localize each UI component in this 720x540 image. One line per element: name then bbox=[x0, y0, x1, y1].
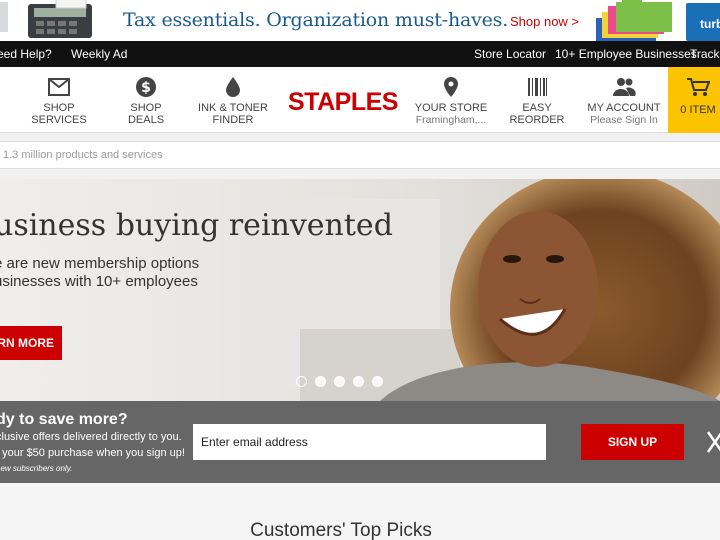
signup-line-1: clusive offers delivered directly to you… bbox=[0, 431, 182, 443]
nav-shop-services-label-1: SHOP bbox=[43, 102, 75, 114]
ink-drop-icon bbox=[226, 77, 240, 97]
weekly-ad-link[interactable]: Weekly Ad bbox=[71, 47, 127, 61]
nav-shop-deals-label: SHOP DEALS bbox=[127, 102, 165, 126]
promo-headline: Tax essentials. Organization must-haves. bbox=[123, 9, 509, 31]
nav-my-account[interactable]: MY ACCOUNT Please Sign In bbox=[586, 67, 662, 133]
hero-subtitle-2: usinesses with 10+ employees bbox=[0, 273, 198, 290]
utility-bar: eed Help? Weekly Ad Store Locator 10+ Em… bbox=[0, 41, 720, 67]
nav-sign-in-link[interactable]: Please Sign In bbox=[586, 114, 662, 126]
top-picks-title: Customers' Top Picks bbox=[250, 520, 432, 540]
users-icon bbox=[613, 78, 636, 96]
sign-up-button[interactable]: SIGN UP bbox=[581, 424, 684, 460]
promo-shop-now-link[interactable]: Shop now > bbox=[510, 14, 579, 29]
carousel-dot[interactable] bbox=[353, 376, 364, 387]
turbotax-image: turb bbox=[686, 3, 720, 41]
nav-shop-services-label-2: SERVICES bbox=[31, 114, 87, 126]
search-strip: 1.3 million products and services bbox=[0, 133, 720, 179]
track-link[interactable]: Track bbox=[690, 47, 720, 61]
svg-text:$: $ bbox=[141, 80, 151, 96]
barcode-icon bbox=[528, 78, 547, 96]
close-icon[interactable] bbox=[705, 429, 720, 455]
signup-line-2: f your $50 purchase when you sign up! bbox=[0, 447, 185, 459]
carousel-dot[interactable] bbox=[372, 376, 383, 387]
signup-line-3: new subscribers only. bbox=[0, 464, 73, 473]
nav-account-label: MY ACCOUNT bbox=[587, 102, 661, 114]
nav-shop-deals[interactable]: $ SHOP DEALS bbox=[111, 67, 181, 133]
hero-title: usiness buying reinvented bbox=[0, 208, 393, 243]
learn-more-button[interactable]: RN MORE bbox=[0, 326, 62, 360]
carousel-dot[interactable] bbox=[315, 376, 326, 387]
staples-logo[interactable]: STAPLES bbox=[288, 88, 398, 117]
nav-your-store[interactable]: YOUR STORE Framingham,... bbox=[414, 67, 488, 133]
hero-subtitle-1: e are new membership options bbox=[0, 255, 200, 272]
hero-banner[interactable]: usiness buying reinvented e are new memb… bbox=[0, 179, 720, 401]
promo-banner[interactable]: Tax essentials. Organization must-haves.… bbox=[0, 0, 720, 41]
nav-store-location: Framingham,... bbox=[415, 114, 487, 126]
carousel-dots bbox=[296, 374, 391, 392]
email-input[interactable] bbox=[193, 424, 546, 460]
search-input[interactable]: 1.3 million products and services bbox=[0, 141, 720, 169]
nav-ink-label-1: INK & TONER bbox=[198, 102, 268, 114]
carousel-dot[interactable] bbox=[296, 376, 307, 387]
nav-reorder-label-1: EASY bbox=[522, 102, 552, 114]
location-pin-icon bbox=[444, 77, 458, 97]
nav-easy-reorder[interactable]: EASY REORDER bbox=[504, 67, 570, 133]
envelope-icon bbox=[48, 78, 70, 96]
nav-store-label: YOUR STORE bbox=[414, 102, 488, 114]
folders-image bbox=[596, 0, 672, 41]
nav-ink-toner[interactable]: INK & TONER FINDER bbox=[196, 67, 270, 133]
turbotax-text: turb bbox=[700, 17, 720, 31]
need-help-link[interactable]: eed Help? bbox=[0, 47, 52, 61]
dollar-badge-icon: $ bbox=[136, 77, 156, 97]
carousel-dot[interactable] bbox=[334, 376, 345, 387]
nav-shop-services[interactable]: SHOP SERVICES bbox=[24, 67, 94, 133]
top-picks-section: Customers' Top Picks bbox=[0, 483, 720, 540]
nav-ink-label-2: FINDER bbox=[212, 114, 254, 126]
signup-heading: dy to save more? bbox=[0, 411, 128, 428]
cart-button[interactable]: 0 ITEM bbox=[668, 67, 720, 133]
email-signup-bar: dy to save more? clusive offers delivere… bbox=[0, 401, 720, 483]
calculator-image bbox=[0, 0, 92, 38]
nav-reorder-label-2: REORDER bbox=[509, 114, 565, 126]
cart-icon bbox=[687, 78, 710, 96]
store-locator-link[interactable]: Store Locator bbox=[474, 47, 546, 61]
employee-businesses-link[interactable]: 10+ Employee Businesses bbox=[555, 47, 697, 61]
cart-count: 0 ITEM bbox=[680, 104, 716, 116]
